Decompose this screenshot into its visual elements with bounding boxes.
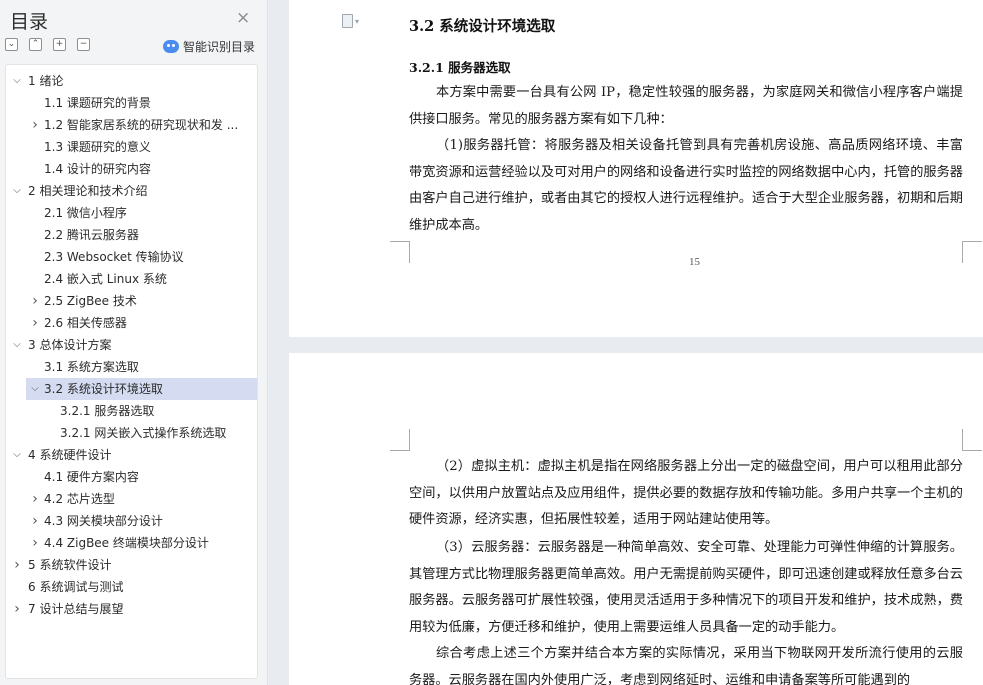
toc-item[interactable]: › 7 设计总结与展望 — [6, 598, 257, 620]
toc-item-label: 1 绪论 — [28, 74, 64, 88]
chevron-down-icon[interactable]: ⌵ — [11, 334, 23, 356]
document-view[interactable]: ▾ 3.2 系统设计环境选取 3.2.1 服务器选取 本方案中需要一台具有公网 … — [269, 0, 983, 685]
toc-sidebar: 目录 × ⌄ ⌃ + − 智能识别目录 ⌵ 1 绪论 1.1 课题研究的背景 › 1.2… — [0, 0, 268, 685]
toc-item[interactable]: 2.3 Websocket 传输协议 — [6, 246, 257, 268]
document-page: ▾ 3.2 系统设计环境选取 3.2.1 服务器选取 本方案中需要一台具有公网 … — [289, 0, 983, 337]
toc-item[interactable]: 3.2.1 网关嵌入式操作系统选取 — [6, 422, 257, 444]
toc-item-label: 7 设计总结与展望 — [28, 602, 124, 616]
chevron-down-icon[interactable]: ⌵ — [11, 70, 23, 92]
paragraph: （2）虚拟主机：虚拟主机是指在网络服务器上分出一定的磁盘空间，用户可以租用此部分… — [409, 459, 963, 527]
toc-item-label: 5 系统软件设计 — [28, 558, 112, 572]
toc-item-label: 1.4 设计的研究内容 — [44, 162, 151, 176]
toc-item[interactable]: 2.2 腾讯云服务器 — [6, 224, 257, 246]
toc-item[interactable]: › 2.6 相关传感器 — [6, 312, 257, 334]
toc-item-label: 2.3 Websocket 传输协议 — [44, 250, 184, 264]
toc-item-label: 3.2 系统设计环境选取 — [44, 382, 163, 396]
toc-item-label: 3.2.1 服务器选取 — [60, 404, 155, 418]
smart-recognize-toc-button[interactable]: 智能识别目录 — [163, 38, 255, 55]
paragraph: （3）云服务器：云服务器是一种简单高效、安全可靠、处理能力可弹性伸缩的计算服务。… — [409, 540, 963, 635]
toc-item[interactable]: 1.1 课题研究的背景 — [6, 92, 257, 114]
chevron-down-icon[interactable]: ⌵ — [11, 180, 23, 202]
chevron-down-icon[interactable]: ⌵ — [29, 378, 41, 400]
toc-item[interactable]: 2.4 嵌入式 Linux 系统 — [6, 268, 257, 290]
chevron-right-icon[interactable]: › — [29, 532, 41, 554]
toc-item-label: 1.3 课题研究的意义 — [44, 140, 151, 154]
toc-item[interactable]: › 4.4 ZigBee 终端模块部分设计 — [6, 532, 257, 554]
chevron-right-icon[interactable]: › — [29, 312, 41, 334]
add-heading-icon[interactable]: + — [53, 38, 66, 51]
toc-item-label: 6 系统调试与测试 — [28, 580, 124, 594]
chevron-right-icon[interactable]: › — [11, 598, 23, 620]
toc-item[interactable]: ⌵ 3 总体设计方案 — [6, 334, 257, 356]
subsection-heading: 3.2.1 服务器选取 — [409, 60, 511, 75]
toc-item[interactable]: 3.2.1 服务器选取 — [6, 400, 257, 422]
chevron-down-icon: ▾ — [355, 17, 360, 26]
toc-item-label: 2.6 相关传感器 — [44, 316, 127, 330]
page-menu[interactable]: ▾ — [342, 14, 359, 31]
toc-item-label: 1.1 课题研究的背景 — [44, 96, 151, 110]
toc-item-label: 2.4 嵌入式 Linux 系统 — [44, 272, 167, 286]
toc-list: ⌵ 1 绪论 1.1 课题研究的背景 › 1.2 智能家居系统的研究现状和发 ... 1.… — [6, 70, 257, 620]
chevron-right-icon[interactable]: › — [29, 510, 41, 532]
expand-all-icon[interactable]: ⌄ — [5, 38, 18, 51]
toc-item[interactable]: ⌵ 1 绪论 — [6, 70, 257, 92]
toc-item[interactable]: 2.1 微信小程序 — [6, 202, 257, 224]
toc-item-label: 2.1 微信小程序 — [44, 206, 127, 220]
toc-panel: ⌵ 1 绪论 1.1 课题研究的背景 › 1.2 智能家居系统的研究现状和发 ... 1.… — [5, 64, 258, 679]
chevron-right-icon[interactable]: › — [29, 488, 41, 510]
toc-item[interactable]: 4.1 硬件方案内容 — [6, 466, 257, 488]
crop-mark — [962, 241, 982, 263]
toc-item[interactable]: 1.4 设计的研究内容 — [6, 158, 257, 180]
sidebar-title: 目录 — [10, 11, 49, 33]
toc-item[interactable]: › 4.3 网关模块部分设计 — [6, 510, 257, 532]
toc-item[interactable]: ⌵ 4 系统硬件设计 — [6, 444, 257, 466]
toc-item-label: 2.2 腾讯云服务器 — [44, 228, 139, 242]
toc-item[interactable]: › 1.2 智能家居系统的研究现状和发 ... — [6, 114, 257, 136]
page-number: 15 — [689, 256, 700, 268]
paragraph: 综合考虑上述三个方案并结合本方案的实际情况，采用当下物联网开发所流行使用的云服务… — [409, 646, 963, 685]
toc-toolbar: ⌄ ⌃ + − — [5, 38, 90, 51]
toc-item[interactable]: › 5 系统软件设计 — [6, 554, 257, 576]
collapse-all-icon[interactable]: ⌃ — [29, 38, 42, 51]
chevron-right-icon[interactable]: › — [11, 554, 23, 576]
crop-mark — [962, 429, 982, 451]
toc-item-label: 1.2 智能家居系统的研究现状和发 ... — [44, 118, 239, 132]
toc-item-label: 4.4 ZigBee 终端模块部分设计 — [44, 536, 209, 550]
remove-heading-icon[interactable]: − — [77, 38, 90, 51]
toc-item-label: 3 总体设计方案 — [28, 338, 112, 352]
toc-item-label: 3.2.1 网关嵌入式操作系统选取 — [60, 426, 227, 440]
section-heading: 3.2 系统设计环境选取 — [409, 18, 556, 35]
ai-robot-icon — [163, 40, 179, 53]
crop-mark — [390, 241, 410, 263]
toc-item[interactable]: ⌵ 3.2 系统设计环境选取 — [26, 378, 257, 400]
crop-mark — [390, 429, 410, 451]
toc-item[interactable]: › 2.5 ZigBee 技术 — [6, 290, 257, 312]
toc-item[interactable]: 6 系统调试与测试 — [6, 576, 257, 598]
paragraph: 本方案中需要一台具有公网 IP，稳定性较强的服务器，为家庭网关和微信小程序客户端… — [409, 85, 963, 127]
chevron-down-icon[interactable]: ⌵ — [11, 444, 23, 466]
paragraph: （1)服务器托管：将服务器及相关设备托管到具有完善机房设施、高品质网络环境、丰富… — [409, 138, 963, 233]
toc-item-label: 4.2 芯片选型 — [44, 492, 115, 506]
toc-item-label: 2 相关理论和技术介绍 — [28, 184, 148, 198]
document-icon — [342, 14, 353, 28]
toc-item-label: 2.5 ZigBee 技术 — [44, 294, 137, 308]
smart-recognize-label: 智能识别目录 — [183, 40, 256, 54]
toc-item[interactable]: 1.3 课题研究的意义 — [6, 136, 257, 158]
toc-item[interactable]: 3.1 系统方案选取 — [6, 356, 257, 378]
toc-item-label: 4 系统硬件设计 — [28, 448, 112, 462]
chevron-right-icon[interactable]: › — [29, 290, 41, 312]
toc-item[interactable]: › 4.2 芯片选型 — [6, 488, 257, 510]
toc-item-label: 4.3 网关模块部分设计 — [44, 514, 163, 528]
chevron-right-icon[interactable]: › — [29, 114, 41, 136]
toc-item-label: 4.1 硬件方案内容 — [44, 470, 139, 484]
toc-item-label: 3.1 系统方案选取 — [44, 360, 139, 374]
toc-item[interactable]: ⌵ 2 相关理论和技术介绍 — [6, 180, 257, 202]
close-icon[interactable]: × — [236, 8, 250, 28]
